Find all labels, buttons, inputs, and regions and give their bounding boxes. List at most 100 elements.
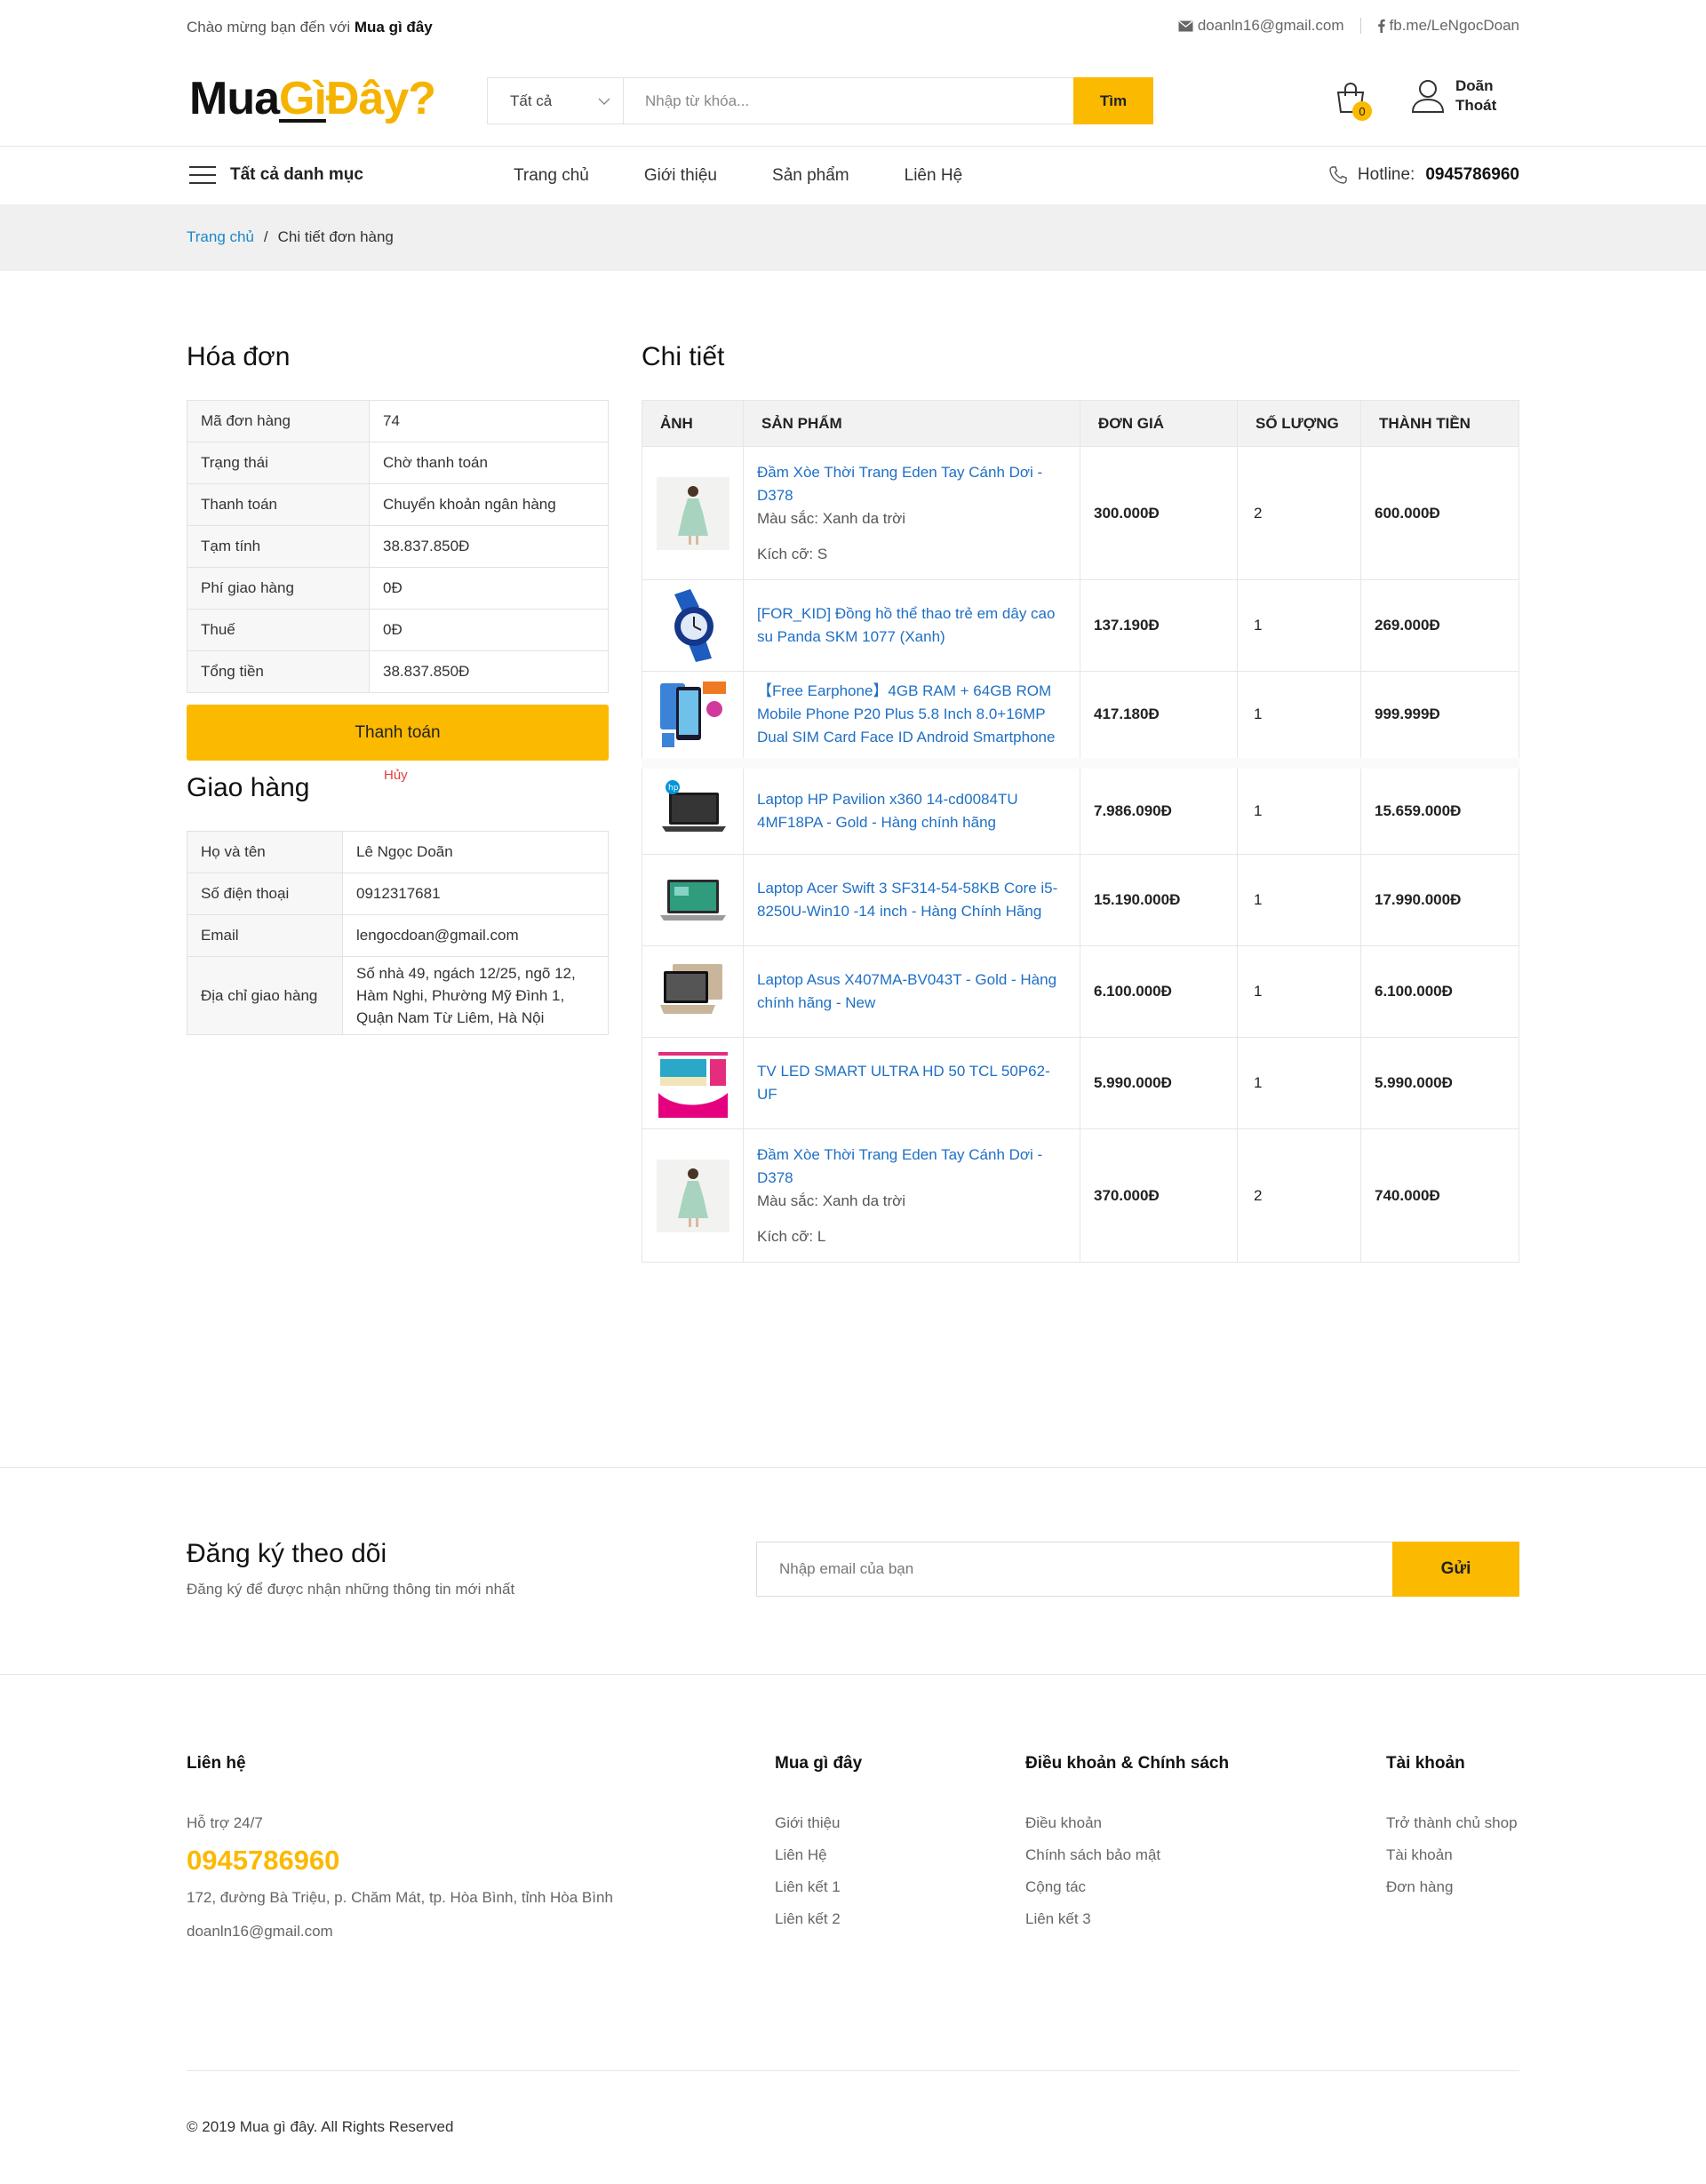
logo-part-3: Đây?	[325, 73, 436, 124]
logo-part-1: Mua	[189, 73, 280, 124]
shipping-key: Họ và tên	[187, 831, 343, 873]
tv-thumbnail-icon[interactable]	[656, 1047, 729, 1120]
cart-button[interactable]: 0	[1333, 80, 1374, 121]
chevron-down-icon	[598, 98, 610, 105]
product-name-link[interactable]: Laptop Asus X407MA-BV043T - Gold - Hàng …	[757, 968, 1066, 1015]
cell-product: 【Free Earphone】4GB RAM + 64GB ROM Mobile…	[743, 671, 1080, 763]
footer-brand-title: Mua gì đây	[775, 1754, 863, 1773]
cell-product: Đầm Xòe Thời Trang Eden Tay Cánh Dơi - D…	[743, 1128, 1080, 1263]
top-email: doanln16@gmail.com	[1197, 17, 1344, 34]
breadcrumb-home[interactable]: Trang chủ	[187, 228, 254, 246]
footer-address: 172, đường Bà Triệu, p. Chăm Mát, tp. Hò…	[187, 1889, 613, 1906]
table-row: Laptop Acer Swift 3 SF314-54-58KB Core i…	[642, 854, 1519, 946]
laptop-acer-thumbnail-icon[interactable]	[656, 864, 729, 937]
cell-total: 17.990.000Đ	[1360, 854, 1519, 946]
shipping-row: Họ và tên Lê Ngọc Doãn	[187, 831, 609, 873]
cell-image: hp	[642, 762, 744, 855]
cell-product: Đầm Xòe Thời Trang Eden Tay Cánh Dơi - D…	[743, 446, 1080, 580]
site-logo[interactable]: MuaGìĐây?	[189, 72, 436, 125]
invoice-key: Trạng thái	[187, 442, 370, 484]
newsletter-submit-button[interactable]: Gửi	[1392, 1542, 1519, 1597]
user-name: Doãn	[1455, 77, 1494, 94]
footer-phone[interactable]: 0945786960	[187, 1845, 613, 1877]
invoice-key: Tạm tính	[187, 525, 370, 568]
invoice-row: Phí giao hàng 0Đ	[187, 567, 609, 610]
product-name-link[interactable]: 【Free Earphone】4GB RAM + 64GB ROM Mobile…	[757, 680, 1066, 749]
cell-image	[642, 1128, 744, 1263]
cell-product: Laptop Acer Swift 3 SF314-54-58KB Core i…	[743, 854, 1080, 946]
invoice-row: Thanh toán Chuyển khoản ngân hàng	[187, 483, 609, 526]
product-color: Màu sắc: Xanh da trời	[757, 509, 906, 527]
cell-total: 740.000Đ	[1360, 1128, 1519, 1263]
product-name-link[interactable]: [FOR_KID] Đồng hồ thể thao trẻ em dây ca…	[757, 602, 1066, 649]
search-button[interactable]: Tìm	[1073, 77, 1153, 124]
divider	[1359, 18, 1361, 34]
logout-link[interactable]: Thoát	[1455, 96, 1496, 116]
product-name-link[interactable]: Laptop HP Pavilion x360 14-cd0084TU 4MF1…	[757, 788, 1066, 834]
top-email-link[interactable]: doanln16@gmail.com	[1178, 17, 1344, 35]
all-categories-button[interactable]: Tất cả danh mục	[189, 165, 363, 185]
shipping-key: Email	[187, 914, 343, 957]
footer-link-terms[interactable]: Điều khoản	[1025, 1814, 1229, 1846]
cell-qty: 1	[1237, 762, 1361, 855]
top-facebook-link[interactable]: fb.me/LeNgocDoan	[1377, 17, 1519, 35]
invoice-value: Chờ thanh toán	[369, 442, 609, 484]
shipping-table: Họ và tên Lê Ngọc Doãn Số điện thoại 091231…	[187, 831, 609, 1035]
footer-email[interactable]: doanln16@gmail.com	[187, 1923, 613, 1941]
product-name-link[interactable]: Đầm Xòe Thời Trang Eden Tay Cánh Dơi - D…	[757, 461, 1066, 507]
footer-link-become-seller[interactable]: Trở thành chủ shop	[1386, 1814, 1518, 1846]
newsletter-form: Nhập email của bạn Gửi	[756, 1542, 1519, 1597]
search-category-select[interactable]: Tất cả	[488, 78, 624, 124]
shipping-key: Số điện thoại	[187, 873, 343, 915]
nav-about[interactable]: Giới thiệu	[644, 166, 717, 186]
pay-button[interactable]: Thanh toán	[187, 705, 609, 761]
footer-link-account[interactable]: Tài khoản	[1386, 1846, 1518, 1878]
hotline: Hotline: 0945786960	[1329, 165, 1519, 185]
cell-price: 300.000Đ	[1080, 446, 1238, 580]
footer-link-privacy[interactable]: Chính sách bảo mật	[1025, 1846, 1229, 1878]
nav-products[interactable]: Sản phẩm	[772, 166, 849, 186]
footer-account-title: Tài khoản	[1386, 1754, 1465, 1773]
cell-image	[642, 446, 744, 580]
cell-price: 6.100.000Đ	[1080, 945, 1238, 1038]
footer-link-cooperate[interactable]: Cộng tác	[1025, 1878, 1229, 1910]
footer-link-contact[interactable]: Liên Hệ	[775, 1846, 862, 1878]
footer-col-brand: Mua gì đây Giới thiệu Liên Hệ Liên kết 1…	[775, 1754, 862, 1942]
invoice-key: Thanh toán	[187, 483, 370, 526]
search-input[interactable]: Nhập từ khóa...	[624, 78, 1073, 124]
product-name-link[interactable]: TV LED SMART ULTRA HD 50 TCL 50P62-UF	[757, 1060, 1066, 1106]
dress-thumbnail-icon[interactable]	[656, 476, 729, 550]
newsletter-email-input[interactable]: Nhập email của bạn	[757, 1542, 1392, 1596]
user-names: Doãn Thoát	[1455, 76, 1496, 116]
phone-icon	[1329, 166, 1347, 184]
cell-total: 15.659.000Đ	[1360, 762, 1519, 855]
laptop-hp-thumbnail-icon[interactable]: hp	[656, 774, 729, 848]
footer-link-1[interactable]: Liên kết 1	[775, 1878, 862, 1910]
invoice-row: Tạm tính 38.837.850Đ	[187, 525, 609, 568]
breadcrumb: Trang chủ / Chi tiết đơn hàng	[0, 204, 1706, 271]
table-row: Đầm Xòe Thời Trang Eden Tay Cánh Dơi - D…	[642, 1128, 1519, 1263]
invoice-key: Thuế	[187, 609, 370, 651]
cell-price: 137.190Đ	[1080, 579, 1238, 672]
footer-link-orders[interactable]: Đơn hàng	[1386, 1878, 1518, 1910]
user-menu[interactable]: Doãn Thoát	[1411, 76, 1496, 116]
laptop-asus-thumbnail-icon[interactable]	[656, 955, 729, 1028]
invoice-value: 0Đ	[369, 567, 609, 610]
cell-price: 5.990.000Đ	[1080, 1037, 1238, 1129]
footer-link-2[interactable]: Liên kết 2	[775, 1910, 862, 1942]
dress-thumbnail-icon[interactable]	[656, 1159, 729, 1232]
cancel-link[interactable]: Hủy	[384, 768, 408, 783]
phone-thumbnail-icon[interactable]	[656, 678, 729, 752]
nav-contact[interactable]: Liên Hệ	[905, 166, 963, 186]
product-name-link[interactable]: Đầm Xòe Thời Trang Eden Tay Cánh Dơi - D…	[757, 1144, 1066, 1190]
product-name-link[interactable]: Laptop Acer Swift 3 SF314-54-58KB Core i…	[757, 877, 1066, 923]
cell-price: 15.190.000Đ	[1080, 854, 1238, 946]
table-row: hp Laptop HP Pavilion x360 14-cd0084TU 4M…	[642, 762, 1519, 855]
cell-image	[642, 579, 744, 672]
footer-link-3[interactable]: Liên kết 3	[1025, 1910, 1229, 1942]
user-icon	[1411, 80, 1445, 113]
footer-link-about[interactable]: Giới thiệu	[775, 1814, 862, 1846]
nav-home[interactable]: Trang chủ	[514, 166, 589, 186]
watch-thumbnail-icon[interactable]	[656, 589, 729, 662]
cart-count-badge: 0	[1352, 101, 1372, 121]
